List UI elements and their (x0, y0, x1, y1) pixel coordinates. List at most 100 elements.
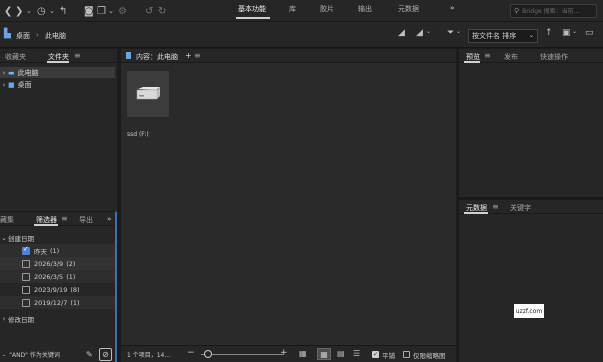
breadcrumb-desktop[interactable]: 桌面 (16, 31, 30, 41)
workspace-tab-metadata[interactable]: 元数据 (398, 4, 419, 14)
filter-item-count: (2) (66, 259, 76, 268)
clear-filter-icon[interactable]: ⊘ (99, 348, 112, 361)
search-icon: ⚲ (514, 7, 520, 15)
gear-icon[interactable]: ⚙ (118, 3, 127, 19)
filter-item[interactable]: 2023/9/19 (8) (0, 283, 115, 296)
new-folder-icon[interactable]: ▭ (585, 28, 594, 38)
filter-item[interactable]: 昨天 (1) (0, 244, 115, 257)
filter-item[interactable]: 2026/3/5 (1) (0, 270, 115, 283)
content-header: 内容：此电脑 + ≡ (121, 49, 456, 63)
list-view-icon[interactable]: ☰ (353, 349, 360, 358)
lock-grid-icon[interactable]: ▦ (299, 349, 307, 358)
workspace-tab-filmstrip[interactable]: 胶片 (320, 4, 334, 14)
folder-icon (126, 52, 131, 59)
open-recent-icon[interactable]: ▣ (562, 28, 571, 38)
filter-funnel-icon[interactable]: ⏷ (447, 28, 454, 38)
pin-icon[interactable]: ✎ (86, 350, 93, 359)
preview-panel-tabs: 预览 ≡ 发布 快速操作 (459, 49, 603, 63)
expand-arrow-icon[interactable]: › (0, 69, 8, 77)
breadcrumb-separator: › (36, 31, 39, 39)
back-icon[interactable]: ❮ (4, 3, 12, 19)
filter-item-label: 2026/3/5 (34, 272, 64, 281)
forward-icon[interactable]: ❯ (15, 3, 23, 19)
filter-item[interactable]: 2019/12/7 (1) (0, 296, 115, 309)
rotate-left-icon[interactable]: ↺ (145, 3, 153, 19)
tree-item-desktop[interactable]: › ■ 桌面 (0, 79, 115, 90)
active-workspace-underline (236, 17, 270, 19)
refine-icon[interactable]: ❐ (97, 3, 106, 19)
camera-icon[interactable]: ◙ (84, 3, 94, 19)
filter-group-label: 修改日期 (8, 315, 34, 324)
filter-item-label: 2026/3/9 (34, 259, 64, 268)
preview-panel: 预览 ≡ 发布 快速操作 (458, 49, 603, 197)
more-panels-button[interactable]: » (107, 215, 112, 223)
chevron-down-icon[interactable]: ⌄ (456, 28, 461, 35)
thumbnail-view-icon[interactable]: ▦ (317, 348, 331, 360)
drive-label[interactable]: ssd (F:) (127, 131, 149, 138)
workspace-tab-library[interactable]: 库 (289, 4, 296, 14)
add-tab-button[interactable]: + (185, 51, 192, 60)
workspace-tab-output[interactable]: 输出 (358, 4, 372, 14)
more-workspaces-button[interactable]: » (450, 4, 455, 12)
tab-publish[interactable]: 发布 (504, 52, 518, 62)
filter-group-modified[interactable]: › 修改日期 (0, 312, 115, 325)
filter-group-created[interactable]: ⌄ 创建日期 (0, 231, 115, 244)
search-box[interactable]: ⚲ (510, 4, 597, 18)
panel-menu-icon[interactable]: ≡ (194, 51, 201, 60)
sort-ascending-icon[interactable]: ↑ (545, 28, 553, 38)
checkbox[interactable] (22, 298, 30, 307)
folders-panel-tabs: 收藏夹 文件夹 ≡ (0, 49, 117, 63)
watermark-badge: uzzf.com (514, 304, 544, 318)
panel-menu-icon[interactable]: ≡ (61, 214, 68, 223)
chevron-down-icon: ⌄ (528, 32, 534, 39)
desktop-folder-icon: ▙ (4, 29, 11, 39)
metadata-panel-tabs: 元数据 ≡ 关键字 (459, 200, 603, 214)
tab-quick-actions[interactable]: 快速操作 (540, 52, 568, 62)
chevron-down-icon[interactable]: ⌄ (108, 3, 114, 19)
collapse-arrow-icon[interactable]: ⌄ (0, 234, 8, 242)
active-tab-underline (464, 212, 488, 214)
zoom-in-button[interactable]: + (280, 348, 288, 358)
details-view-icon[interactable]: ▤ (337, 349, 345, 358)
zoom-out-button[interactable]: − (187, 348, 195, 358)
checkbox[interactable] (22, 272, 30, 281)
sort-dropdown[interactable]: 按文件名 排序 ⌄ (468, 29, 538, 43)
metadata-panel: 元数据 ≡ 关键字 uzzf.com (458, 200, 603, 362)
tree-item-this-pc[interactable]: › ▬ 此电脑 (0, 67, 115, 78)
slider-handle[interactable] (204, 350, 212, 358)
panel-menu-icon[interactable]: ≡ (492, 202, 499, 211)
checkbox[interactable] (22, 259, 30, 268)
chevron-down-icon[interactable]: ⌄ (426, 28, 431, 35)
expand-arrow-icon[interactable]: › (0, 315, 8, 323)
thumbnail-only-label: 仅限缩略图 (413, 352, 446, 360)
breadcrumb-this-pc[interactable]: 此电脑 (45, 31, 66, 41)
search-input[interactable] (522, 7, 593, 15)
checkbox[interactable] (22, 245, 30, 255)
tile-checkbox[interactable]: ✓ (372, 351, 379, 358)
tab-collections[interactable]: 藏集 (0, 215, 14, 225)
return-icon[interactable]: ↰ (59, 3, 67, 19)
active-tab-underline (34, 224, 58, 226)
tab-keywords[interactable]: 关键字 (510, 203, 531, 213)
desktop-icon: ■ (8, 80, 15, 89)
rotate-right-icon[interactable]: ↻ (158, 3, 166, 19)
panel-menu-icon[interactable]: ≡ (74, 51, 81, 60)
quality-icon[interactable]: ◢ (398, 28, 405, 38)
workspace-tab-essentials[interactable]: 基本功能 (238, 4, 266, 14)
drive-thumbnail[interactable] (127, 71, 169, 117)
filter-item-label: 2019/12/7 (34, 298, 68, 307)
tab-export[interactable]: 导出 (79, 215, 93, 225)
dropdown-icon[interactable]: ⌄ (2, 352, 6, 358)
recent-history-icon[interactable]: ◷ (37, 3, 46, 19)
chevron-down-icon[interactable]: ⌄ (26, 3, 32, 19)
thumbnail-only-checkbox[interactable] (403, 351, 410, 358)
rating-filter-icon[interactable]: ◢ (416, 28, 423, 38)
tab-favorites[interactable]: 收藏夹 (5, 52, 26, 62)
chevron-down-icon[interactable]: ⌄ (49, 3, 55, 19)
filter-item[interactable]: 2026/3/9 (2) (0, 257, 115, 270)
checkbox[interactable] (22, 285, 30, 294)
panel-menu-icon[interactable]: ≡ (484, 51, 491, 60)
thumbnail-size-slider[interactable] (201, 354, 283, 355)
chevron-down-icon[interactable]: ⌄ (572, 28, 577, 35)
expand-arrow-icon[interactable]: › (0, 81, 8, 89)
